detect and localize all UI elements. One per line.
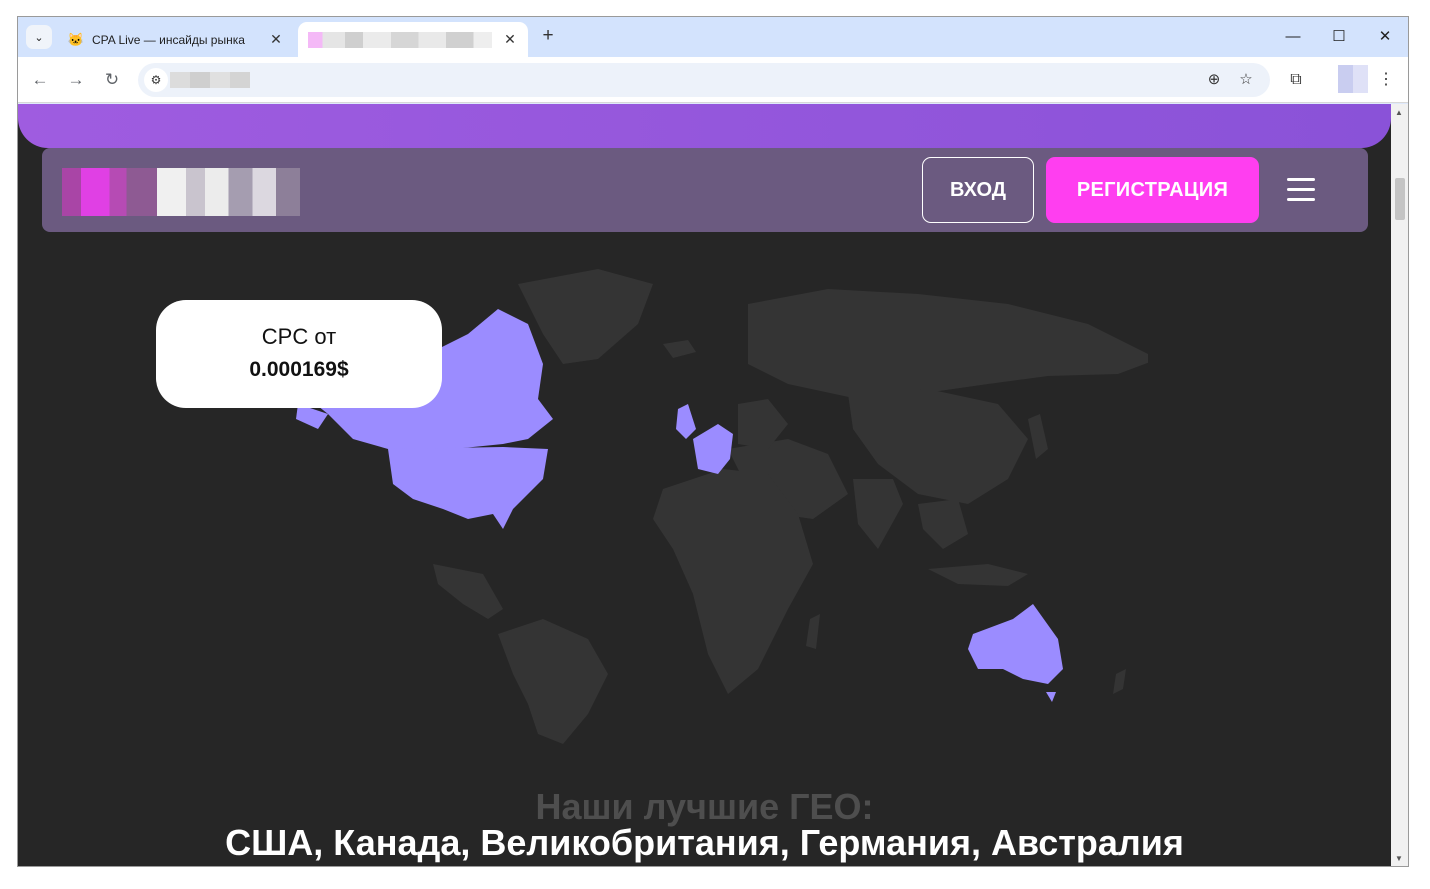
browser-toolbar: ← → ↻ ⚙ ⊕ ☆ ⧉ ⋮ <box>18 57 1408 103</box>
cpc-value: 0.000169$ <box>249 358 349 381</box>
reload-icon[interactable]: ↻ <box>100 68 124 92</box>
map-usa <box>388 447 548 529</box>
cat-favicon-icon: 🐱 <box>67 31 85 47</box>
close-icon[interactable]: ✕ <box>502 31 518 48</box>
url-redacted <box>170 72 250 88</box>
page-scrollbar[interactable]: ▲ ▼ <box>1391 104 1408 866</box>
top-banner <box>18 104 1391 148</box>
map-tasmania <box>1046 692 1056 702</box>
arrow-right-icon[interactable]: → <box>64 68 88 92</box>
tab-cpa-live[interactable]: 🐱 CPA Live — инсайды рынка ✕ <box>58 22 294 57</box>
zoom-icon[interactable]: ⊕ <box>1204 70 1224 90</box>
register-button[interactable]: РЕГИСТРАЦИЯ <box>1046 157 1259 223</box>
hamburger-menu-icon[interactable] <box>1287 178 1315 202</box>
cpc-label: CPC от <box>261 324 337 349</box>
address-bar[interactable]: ⚙ ⊕ ☆ <box>138 63 1270 97</box>
new-tab-button[interactable]: + <box>538 26 558 46</box>
map-russia <box>748 289 1148 399</box>
puzzle-icon[interactable]: ⧉ <box>1284 68 1308 92</box>
map-africa <box>653 469 813 694</box>
window-close-button[interactable]: ✕ <box>1362 25 1408 49</box>
site-header: ВХОД РЕГИСТРАЦИЯ <box>42 148 1368 232</box>
map-india <box>853 479 903 549</box>
close-icon[interactable]: ✕ <box>268 31 284 48</box>
map-germany <box>693 424 733 474</box>
map-se-asia <box>918 499 968 549</box>
map-iceland <box>663 340 696 358</box>
browser-window: ⌄ 🐱 CPA Live — инсайды рынка ✕ ✕ + — ☐ ✕… <box>17 16 1409 867</box>
kebab-menu-icon[interactable]: ⋮ <box>1374 68 1398 92</box>
map-madagascar <box>806 614 820 649</box>
star-icon[interactable]: ☆ <box>1236 70 1256 90</box>
chevron-down-icon[interactable]: ⌄ <box>26 25 52 49</box>
minimize-button[interactable]: — <box>1270 25 1316 49</box>
map-indonesia <box>928 564 1028 586</box>
tab-title-redacted <box>308 31 492 48</box>
tab-active[interactable]: ✕ <box>298 22 528 57</box>
scroll-up-icon[interactable]: ▲ <box>1395 108 1403 117</box>
cpc-card: CPC от 0.000169$ <box>156 300 442 408</box>
geo-countries: США, Канада, Великобритания, Германия, А… <box>225 822 1184 863</box>
map-australia <box>968 604 1063 684</box>
map-mexico <box>433 564 503 619</box>
map-greenland <box>518 269 653 364</box>
avatar[interactable] <box>1338 65 1368 93</box>
page-viewport: ВХОД РЕГИСТРАЦИЯ CPC от 0.000169$ Наши л… <box>18 104 1391 866</box>
arrow-left-icon[interactable]: ← <box>28 68 52 92</box>
map-japan <box>1028 414 1048 459</box>
scroll-down-icon[interactable]: ▼ <box>1395 854 1403 863</box>
logo[interactable] <box>62 168 300 216</box>
tab-bar: ⌄ 🐱 CPA Live — инсайды рынка ✕ ✕ + — ☐ ✕ <box>18 17 1408 57</box>
map-uk <box>676 404 696 439</box>
scroll-thumb[interactable] <box>1395 178 1405 220</box>
login-button[interactable]: ВХОД <box>922 157 1034 223</box>
tune-icon[interactable]: ⚙ <box>144 68 168 92</box>
map-south-america <box>498 619 608 744</box>
map-new-zealand <box>1113 669 1126 694</box>
tab-title: CPA Live — инсайды рынка <box>92 32 245 47</box>
maximize-button[interactable]: ☐ <box>1316 25 1362 49</box>
